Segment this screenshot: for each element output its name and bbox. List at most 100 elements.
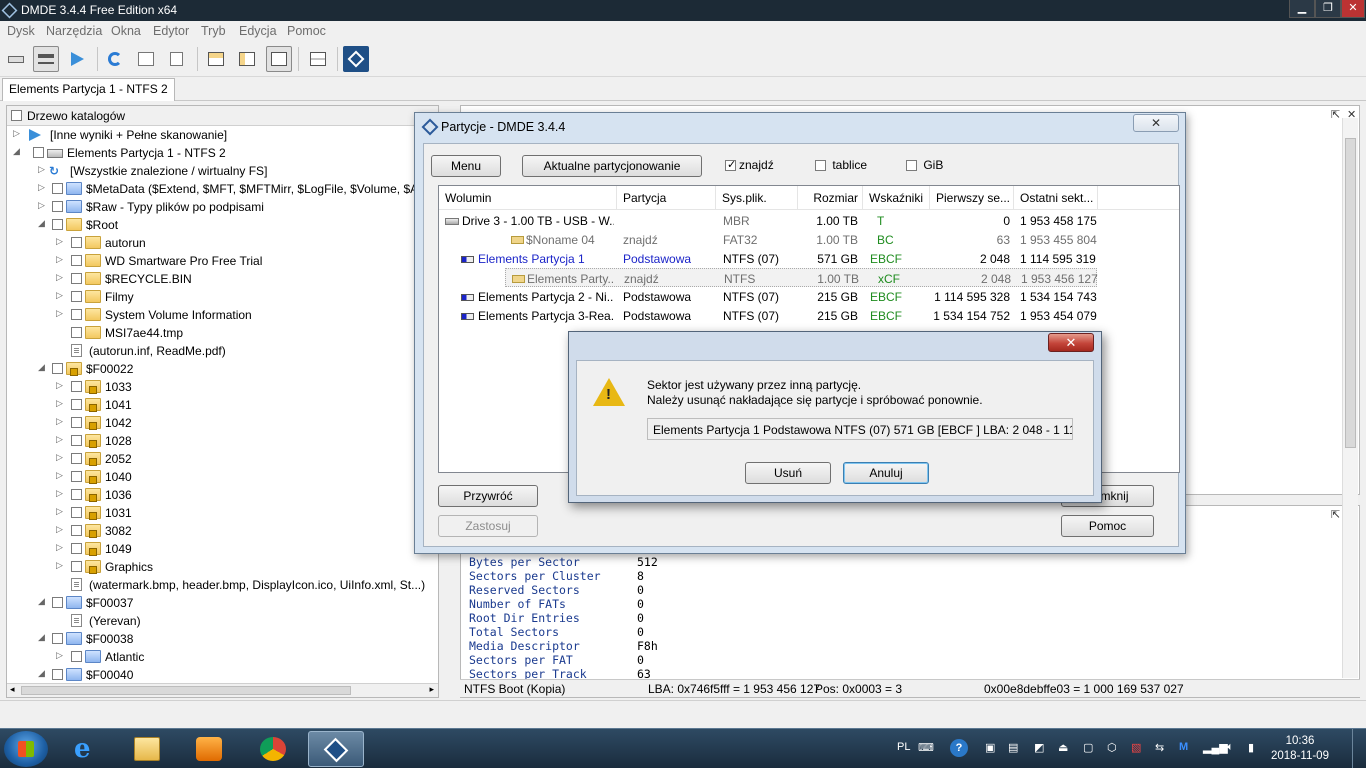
tree-node[interactable]: ▷ 2052 [7,450,437,468]
menu-okna[interactable]: Okna [111,24,141,38]
tray-sync-icon[interactable]: ◩ [1034,741,1044,754]
pin-icon[interactable]: ⇱ [1331,108,1340,121]
tree-checkbox[interactable] [71,435,82,446]
dmde-logo-icon[interactable] [343,46,369,72]
tree-node[interactable]: ▷ 1041 [7,396,437,414]
column-wolumin[interactable]: Wolumin [439,186,617,210]
expand-icon[interactable]: ▷ [56,470,66,481]
tree-checkbox[interactable] [52,597,63,608]
zastosuj-button[interactable]: Zastosuj [438,515,538,537]
column-sys-plik[interactable]: Sys.plik. [716,186,798,210]
scroll-right-icon[interactable]: ▸ [429,684,434,695]
tree-node[interactable]: ▷ Atlantic [7,648,437,666]
menu-edytor[interactable]: Edytor [153,24,189,38]
close-button[interactable]: ✕ [1341,0,1365,18]
menu-tryb[interactable]: Tryb [201,24,226,38]
expand-icon[interactable]: ▷ [38,164,48,175]
scrollbar-thumb[interactable] [21,686,351,695]
tree-node[interactable]: (Yerevan) [7,612,437,630]
directory-tree[interactable]: ▷ [Inne wyniki + Pełne skanowanie] ◢ Ele… [7,126,438,684]
expand-icon[interactable]: ▷ [38,200,48,211]
tree-node[interactable]: ◢ $F00040 [7,666,437,684]
collapse-icon[interactable]: ◢ [38,362,48,373]
tree-checkbox[interactable] [71,417,82,428]
expand-icon[interactable]: ▷ [56,524,66,535]
column-rozmiar[interactable]: Rozmiar [798,186,863,210]
tablice-checkbox[interactable]: tablice [815,158,867,172]
panel-view-icon[interactable] [266,46,292,72]
tree-checkbox[interactable] [71,453,82,464]
tree-checkbox[interactable] [33,147,44,158]
media-player-icon[interactable] [182,731,238,767]
checkbox-checked[interactable] [725,158,736,171]
tree-node[interactable]: MSI7ae44.tmp [7,324,437,342]
expand-icon[interactable]: ▷ [56,416,66,427]
expand-icon[interactable]: ▷ [56,434,66,445]
expand-icon[interactable]: ▷ [56,398,66,409]
tray-power-icon[interactable]: ▮ [1248,741,1254,754]
tree-node[interactable]: ▷ 1049 [7,540,437,558]
expand-icon[interactable]: ▷ [56,542,66,553]
tree-node[interactable]: ▷ System Volume Information [7,306,437,324]
tree-checkbox[interactable] [71,291,82,302]
tree-checkbox[interactable] [52,219,63,230]
tree-checkbox[interactable] [52,633,63,644]
tree-node[interactable]: ▷ 1040 [7,468,437,486]
list-view-icon[interactable] [33,46,59,72]
tree-checkbox[interactable] [71,327,82,338]
expand-icon[interactable]: ▷ [56,308,66,319]
tree-checkbox[interactable] [71,255,82,266]
collapse-icon[interactable]: ◢ [38,668,48,679]
gib-checkbox[interactable]: GiB [906,158,943,172]
tree-node[interactable]: ▷ ↻ [Wszystkie znalezione / wirtualny FS… [7,162,437,180]
tray-alert-icon[interactable]: ▧ [1131,741,1141,754]
split-view-icon[interactable] [305,46,331,72]
pin-icon[interactable]: ⇱ [1331,508,1340,521]
partition-row[interactable]: Drive 3 - 1.00 TB - USB - W... MBR 1.00 … [439,211,1179,230]
tree-node[interactable]: ▷ $MetaData ($Extend, $MFT, $MFTMirr, $L… [7,180,437,198]
column-wskazniki[interactable]: Wskaźniki [863,186,930,210]
keyboard-icon[interactable]: ⌨ [918,741,934,754]
tray-security-icon[interactable]: ⬡ [1107,741,1117,754]
tree-node[interactable]: ▷ $RECYCLE.BIN [7,270,437,288]
network-signal-icon[interactable]: ▂▄▆ [1203,741,1228,754]
tree-node[interactable]: ▷ 3082 [7,522,437,540]
new-doc-icon[interactable] [165,46,191,72]
expand-icon[interactable]: ▷ [56,560,66,571]
warning-detail-field[interactable]: Elements Partycja 1 Podstawowa NTFS (07)… [647,418,1073,440]
tree-view-icon[interactable] [203,46,229,72]
expand-icon[interactable]: ▷ [56,290,66,301]
tray-app-icon[interactable]: ▣ [985,741,995,754]
tree-checkbox[interactable] [71,237,82,248]
menu-narzedzia[interactable]: Narzędzia [46,24,102,38]
partition-row[interactable]: Elements Partycja 2 - Ni... Podstawowa N… [439,287,1179,306]
collapse-icon[interactable]: ◢ [38,632,48,643]
tab-elements-partycja-1[interactable]: Elements Partycja 1 - NTFS 2 [2,78,175,101]
menu-dysk[interactable]: Dysk [7,24,35,38]
tree-node[interactable]: ◢ $Root [7,216,437,234]
checkbox[interactable] [906,160,917,171]
tree-checkbox[interactable] [71,309,82,320]
collapse-icon[interactable]: ◢ [38,596,48,607]
tray-window-icon[interactable]: ▢ [1083,741,1093,754]
expand-icon[interactable]: ▷ [56,650,66,661]
checkbox[interactable] [815,160,826,171]
tree-node[interactable]: ▷ Filmy [7,288,437,306]
expand-icon[interactable]: ▷ [56,452,66,463]
tree-checkbox[interactable] [71,543,82,554]
tree-checkbox[interactable] [71,507,82,518]
dmde-icon[interactable] [308,731,364,767]
column-partycja[interactable]: Partycja [617,186,716,210]
tray-usb-icon[interactable]: ⏏ [1058,741,1068,754]
tree-node[interactable]: (autorun.inf, ReadMe.pdf) [7,342,437,360]
tree-checkbox[interactable] [71,399,82,410]
tree-checkbox[interactable] [71,489,82,500]
tree-node[interactable]: ▷ 1028 [7,432,437,450]
help-tray-icon[interactable]: ? [950,739,968,757]
column-ostatni-sektor[interactable]: Ostatni sekt... [1014,186,1098,210]
tree-checkbox[interactable] [71,381,82,392]
anuluj-button[interactable]: Anuluj [843,462,929,484]
menu-button[interactable]: Menu [431,155,501,177]
horizontal-scrollbar[interactable]: ◂ ▸ [7,683,438,697]
details-view-icon[interactable] [234,46,260,72]
